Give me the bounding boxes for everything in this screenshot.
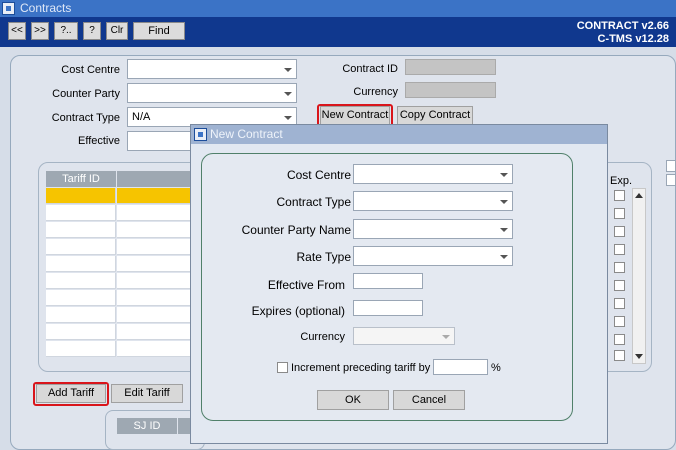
- table-row[interactable]: [46, 341, 116, 357]
- clear-button[interactable]: Clr: [106, 22, 128, 40]
- table-row[interactable]: [117, 341, 191, 357]
- dialog-expires-label: Expires (optional): [251, 304, 345, 318]
- exp-header: Exp.: [610, 175, 633, 187]
- tariff-id-header: Tariff ID: [46, 171, 116, 187]
- percent-sign: %: [491, 362, 501, 374]
- chevron-down-icon[interactable]: [497, 248, 511, 264]
- contract-id-field: [405, 59, 496, 75]
- table-row[interactable]: [46, 222, 116, 238]
- effective-label: Effective: [78, 135, 120, 147]
- chevron-down-icon[interactable]: [497, 193, 511, 209]
- sj-id-header: SJ ID: [117, 418, 177, 434]
- table-row[interactable]: [46, 256, 116, 272]
- query-button[interactable]: ?..: [54, 22, 78, 40]
- dialog-currency-label: Currency: [300, 331, 345, 343]
- dialog-counter-party-name-label: Counter Party Name: [241, 223, 351, 237]
- increment-label: Increment preceding tariff by: [291, 362, 431, 374]
- table-row[interactable]: [117, 188, 191, 204]
- table-row[interactable]: [117, 307, 191, 323]
- exp-checkbox[interactable]: [614, 316, 625, 327]
- table-row[interactable]: [117, 290, 191, 306]
- ctms-version: C-TMS v12.28: [597, 33, 669, 45]
- panel-scroll-edge[interactable]: [666, 160, 676, 172]
- cost-centre-combo[interactable]: [127, 59, 297, 79]
- table-row[interactable]: [117, 256, 191, 272]
- table-row[interactable]: [46, 188, 116, 204]
- app-icon: [194, 128, 207, 141]
- panel-scroll-edge[interactable]: [666, 174, 676, 186]
- increment-checkbox[interactable]: [277, 362, 288, 373]
- chevron-down-icon[interactable]: [281, 85, 295, 101]
- tariff-column-header: [117, 171, 191, 187]
- dialog-effective-from-label: Effective From: [267, 278, 345, 292]
- copy-contract-button[interactable]: Copy Contract: [397, 106, 473, 125]
- help-button[interactable]: ?: [83, 22, 101, 40]
- table-row[interactable]: [46, 290, 116, 306]
- chevron-down-icon[interactable]: [497, 221, 511, 237]
- dialog-rate-type-label: Rate Type: [296, 250, 351, 264]
- exp-checkbox[interactable]: [614, 226, 625, 237]
- table-row[interactable]: [117, 324, 191, 340]
- scroll-down-icon[interactable]: [635, 354, 643, 359]
- currency-field: [405, 82, 496, 98]
- exp-checkbox[interactable]: [614, 298, 625, 309]
- ok-button[interactable]: OK: [317, 390, 389, 410]
- dialog-currency-combo: [353, 327, 455, 345]
- currency-label: Currency: [353, 86, 398, 98]
- effective-field[interactable]: [127, 131, 197, 151]
- table-row[interactable]: [46, 205, 116, 221]
- exp-checkbox[interactable]: [614, 280, 625, 291]
- window-title: Contracts: [20, 1, 72, 15]
- prev-record-button[interactable]: <<: [8, 22, 26, 40]
- dialog-contract-type-combo[interactable]: [353, 191, 513, 211]
- counter-party-label: Counter Party: [52, 88, 120, 100]
- contract-type-value: N/A: [132, 111, 151, 123]
- table-row[interactable]: [117, 273, 191, 289]
- increment-input[interactable]: [433, 359, 488, 375]
- table-row[interactable]: [117, 205, 191, 221]
- dialog-title: New Contract: [210, 127, 283, 141]
- next-record-button[interactable]: >>: [31, 22, 49, 40]
- exp-checkbox[interactable]: [614, 244, 625, 255]
- exp-checkbox[interactable]: [614, 208, 625, 219]
- table-row[interactable]: [46, 239, 116, 255]
- new-contract-dialog: New Contract Cost Centre Contract Type C…: [190, 124, 608, 444]
- window-titlebar: Contracts: [0, 0, 676, 17]
- contract-id-label: Contract ID: [342, 63, 398, 75]
- edit-tariff-button[interactable]: Edit Tariff: [111, 384, 183, 403]
- contract-type-label: Contract Type: [51, 112, 120, 124]
- dialog-titlebar: New Contract: [191, 125, 607, 144]
- chevron-down-icon[interactable]: [281, 109, 295, 125]
- table-row[interactable]: [46, 273, 116, 289]
- exp-checkbox[interactable]: [614, 262, 625, 273]
- table-row[interactable]: [46, 324, 116, 340]
- table-row[interactable]: [46, 307, 116, 323]
- dialog-rate-type-combo[interactable]: [353, 246, 513, 266]
- chevron-down-icon[interactable]: [497, 166, 511, 182]
- scroll-up-icon[interactable]: [635, 193, 643, 198]
- expires-input[interactable]: [353, 300, 423, 316]
- chevron-down-icon[interactable]: [281, 61, 295, 77]
- effective-from-input[interactable]: [353, 273, 423, 289]
- dialog-contract-type-label: Contract Type: [276, 195, 351, 209]
- dialog-counter-party-name-combo[interactable]: [353, 219, 513, 239]
- dialog-cost-centre-combo[interactable]: [353, 164, 513, 184]
- table-row[interactable]: [117, 239, 191, 255]
- dialog-cost-centre-label: Cost Centre: [286, 168, 351, 182]
- find-button[interactable]: Find: [133, 22, 185, 40]
- add-tariff-highlight: [33, 382, 109, 406]
- exp-checkbox[interactable]: [614, 190, 625, 201]
- exp-checkbox[interactable]: [614, 350, 625, 361]
- toolbar: << >> ?.. ? Clr Find CONTRACT v2.66 C-TM…: [0, 17, 676, 47]
- exp-checkbox[interactable]: [614, 334, 625, 345]
- table-row[interactable]: [117, 222, 191, 238]
- app-icon: [2, 2, 15, 15]
- cost-centre-label: Cost Centre: [61, 64, 120, 76]
- counter-party-combo[interactable]: [127, 83, 297, 103]
- cancel-button[interactable]: Cancel: [393, 390, 465, 410]
- contract-version: CONTRACT v2.66: [576, 20, 669, 32]
- tariff-scrollbar[interactable]: [632, 188, 646, 364]
